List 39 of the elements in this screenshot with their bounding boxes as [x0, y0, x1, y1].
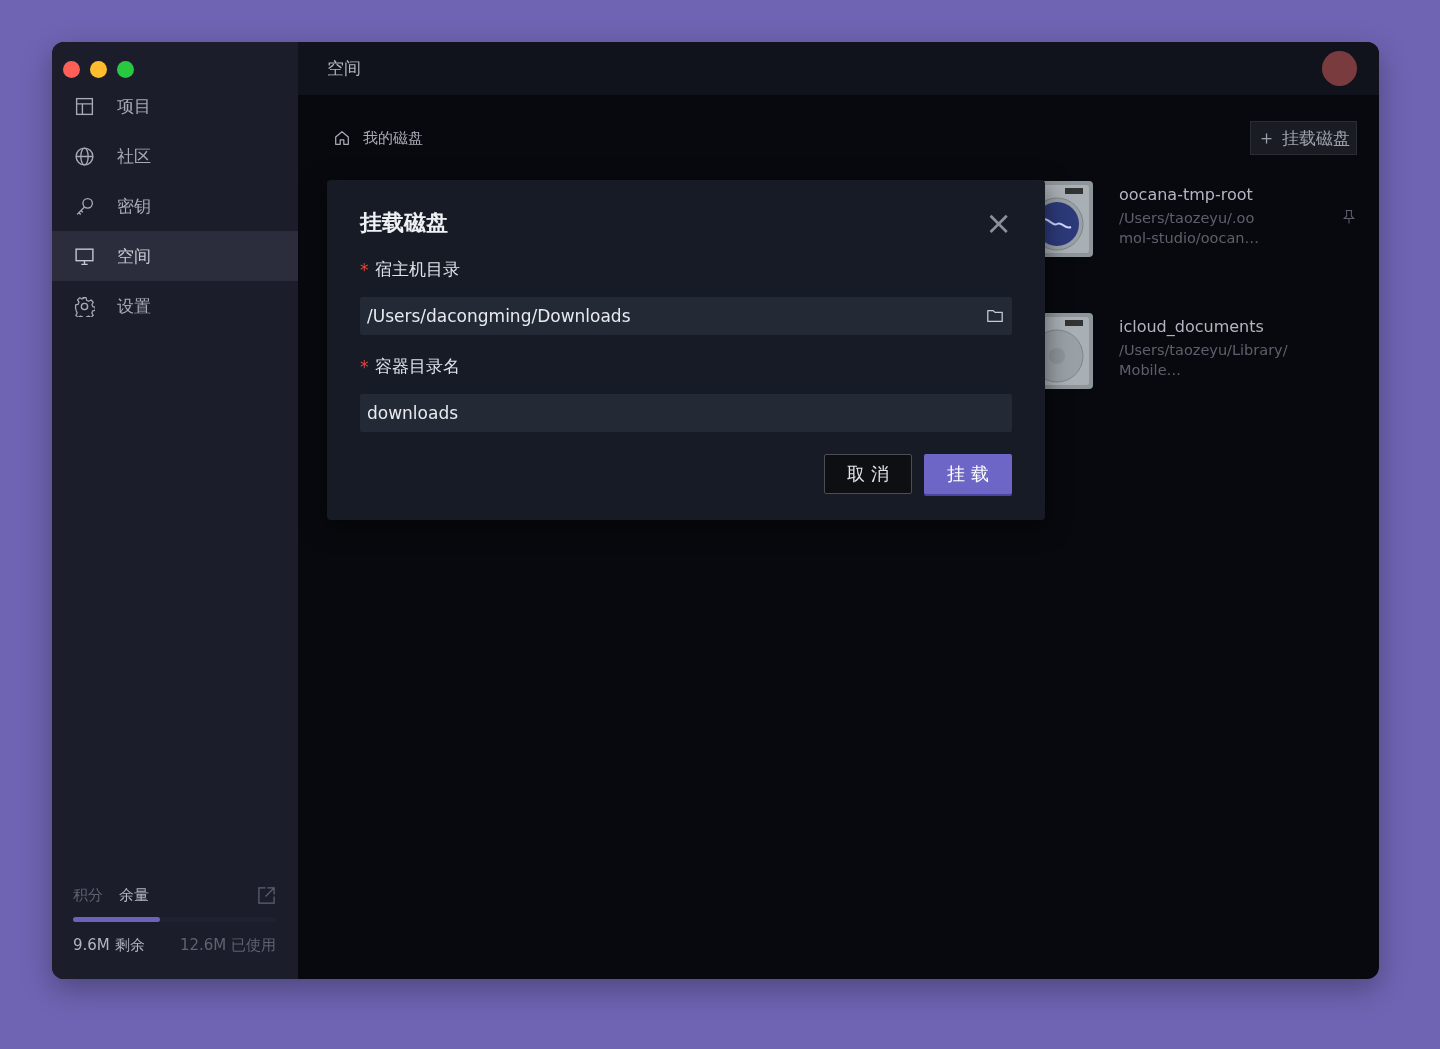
key-icon — [74, 195, 95, 217]
sidebar-item[interactable]: 社区 — [52, 131, 298, 181]
used-text: 12.6M 已使用 — [179, 936, 276, 955]
minimize-window-button[interactable] — [90, 61, 107, 78]
field-label: 容器目录名 — [374, 355, 460, 378]
disk-path: mol-studio/oocan… — [1119, 229, 1260, 248]
settings-icon — [74, 295, 95, 317]
external-link-icon[interactable] — [257, 886, 276, 905]
input-field[interactable]: /Users/dacongming/Downloads — [360, 297, 1012, 335]
disk-name: icloud_documents — [1119, 317, 1265, 336]
close-window-button[interactable] — [63, 61, 80, 78]
disk-name: oocana-tmp-root — [1119, 185, 1254, 204]
cancel-button[interactable]: 取 消 — [824, 454, 912, 494]
zoom-window-button[interactable] — [117, 61, 134, 78]
disk-path: /Users/taozeyu/.oo — [1119, 209, 1256, 228]
field-label: 宿主机目录 — [374, 258, 460, 281]
sidebar-item[interactable]: 空间 — [52, 231, 298, 281]
monitor-icon — [74, 245, 95, 267]
disk-path: Mobile… — [1119, 361, 1183, 380]
breadcrumb-item[interactable]: 我的磁盘 — [363, 128, 423, 148]
grid-icon — [74, 95, 95, 117]
sidebar-item[interactable]: 设置 — [52, 281, 298, 331]
dialog-title: 挂载磁盘 — [360, 209, 448, 237]
sidebar-item[interactable]: 密钥 — [52, 181, 298, 231]
required-mark: * — [360, 259, 369, 280]
sidebar-item[interactable]: 项目 — [52, 81, 298, 131]
window-title: 空间 — [327, 57, 361, 80]
quota-tab[interactable]: 余量 — [119, 886, 149, 905]
remaining-text: 9.6M 剩余 — [73, 936, 145, 955]
folder-icon[interactable] — [986, 307, 1004, 325]
close-button[interactable]: × — [985, 209, 1012, 237]
mount-button[interactable]: 挂 载 — [924, 454, 1012, 494]
mount-disk-button[interactable]: ＋ 挂载磁盘 — [1250, 121, 1357, 155]
pin-icon[interactable] — [1341, 209, 1357, 225]
globe-icon — [74, 145, 95, 167]
home-icon[interactable] — [333, 129, 351, 147]
required-mark: * — [360, 356, 369, 377]
disk-path: /Users/taozeyu/Library/ — [1119, 341, 1289, 360]
input-field[interactable]: downloads — [360, 394, 1012, 432]
